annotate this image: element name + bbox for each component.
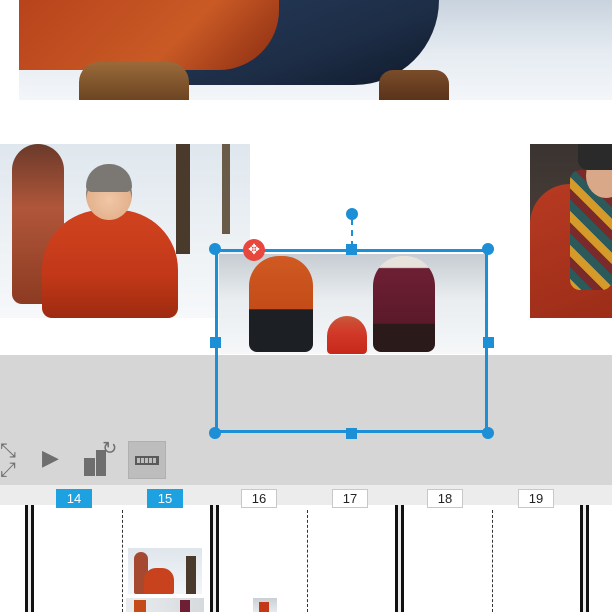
- resize-handle-top-left[interactable]: [209, 243, 221, 255]
- left-photo[interactable]: [0, 144, 250, 318]
- photo-detail: [578, 144, 612, 170]
- rotate-guide: [351, 219, 353, 247]
- photo-detail: [19, 0, 279, 70]
- swap-layout-icon[interactable]: ↻: [84, 440, 120, 478]
- page-tab-14[interactable]: 14: [56, 489, 92, 508]
- page-fold: [492, 510, 493, 612]
- page-fold: [307, 510, 308, 612]
- ruler-button[interactable]: [128, 441, 166, 479]
- resize-handle-left[interactable]: [210, 337, 221, 348]
- page-tab-18[interactable]: 18: [427, 489, 463, 508]
- page-thumbnail[interactable]: [126, 598, 204, 612]
- photo-detail: [79, 62, 189, 100]
- page-tab-15[interactable]: 15: [147, 489, 183, 508]
- resize-handle-bottom-right[interactable]: [482, 427, 494, 439]
- resize-handle-right[interactable]: [483, 337, 494, 348]
- ruler-icon: [135, 456, 159, 465]
- page-thumbnail[interactable]: [253, 598, 277, 612]
- expand-arrows-icon[interactable]: ⤢: [0, 459, 16, 479]
- photo-detail: [176, 144, 190, 254]
- page-tab-16[interactable]: 16: [241, 489, 277, 508]
- spread-previous[interactable]: [0, 505, 28, 612]
- page-fold: [122, 510, 123, 612]
- page-tab-19[interactable]: 19: [518, 489, 554, 508]
- photo-detail: [86, 164, 132, 192]
- photo-detail: [379, 70, 449, 100]
- resize-handle-top[interactable]: [346, 244, 357, 255]
- spread-next[interactable]: [586, 505, 612, 612]
- photo-detail: [222, 144, 230, 234]
- play-icon[interactable]: ▶: [42, 448, 59, 470]
- page-thumbnail[interactable]: [128, 548, 202, 594]
- resize-handle-bottom-left[interactable]: [209, 427, 221, 439]
- top-photo[interactable]: [19, 0, 612, 100]
- page-tab-17[interactable]: 17: [332, 489, 368, 508]
- rotate-handle[interactable]: [346, 208, 358, 220]
- selection-frame[interactable]: [215, 249, 488, 433]
- resize-handle-top-right[interactable]: [482, 243, 494, 255]
- move-icon[interactable]: ✥: [243, 239, 265, 261]
- right-photo[interactable]: [530, 144, 612, 318]
- resize-handle-bottom[interactable]: [346, 428, 357, 439]
- photo-detail: [42, 210, 178, 318]
